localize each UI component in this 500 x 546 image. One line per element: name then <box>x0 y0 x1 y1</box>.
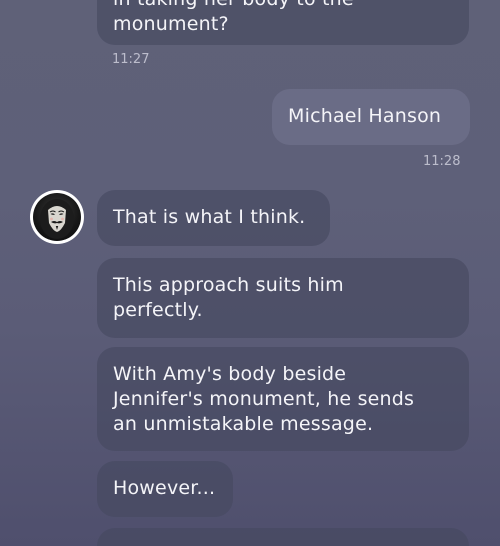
masked-face-avatar-icon <box>33 193 81 241</box>
message-bubble-incoming[interactable]: That is what I think. <box>97 190 330 246</box>
message-text-line: That is what I think. <box>113 206 306 228</box>
message-bubble-incoming[interactable]: However... <box>97 461 233 517</box>
message-text-line: Jennifer's monument, he sends <box>113 388 415 410</box>
message-text-line: However... <box>113 477 216 499</box>
message-text-line: monument? <box>113 13 229 35</box>
message-text-line: in taking her body to the <box>113 0 453 12</box>
message-timestamp: 11:27 <box>112 52 150 67</box>
message-text-line: With Amy's body beside <box>113 363 347 385</box>
message-bubble-incoming[interactable]: This approach suits him perfectly. <box>97 258 469 338</box>
message-text-line: perfectly. <box>113 299 203 321</box>
avatar[interactable] <box>30 190 84 244</box>
message-timestamp: 11:28 <box>423 154 461 169</box>
message-bubble-outgoing[interactable]: Michael Hanson <box>272 89 470 145</box>
message-text-line: an unmistakable message. <box>113 413 374 435</box>
message-bubble-incoming[interactable] <box>97 528 469 546</box>
message-bubble-incoming[interactable]: With Amy's body beside Jennifer's monume… <box>97 347 469 451</box>
message-bubble-incoming[interactable]: in taking her body to the monument? <box>97 0 469 45</box>
message-text-line: This approach suits him <box>113 274 344 296</box>
message-text-line: Michael Hanson <box>288 105 442 127</box>
